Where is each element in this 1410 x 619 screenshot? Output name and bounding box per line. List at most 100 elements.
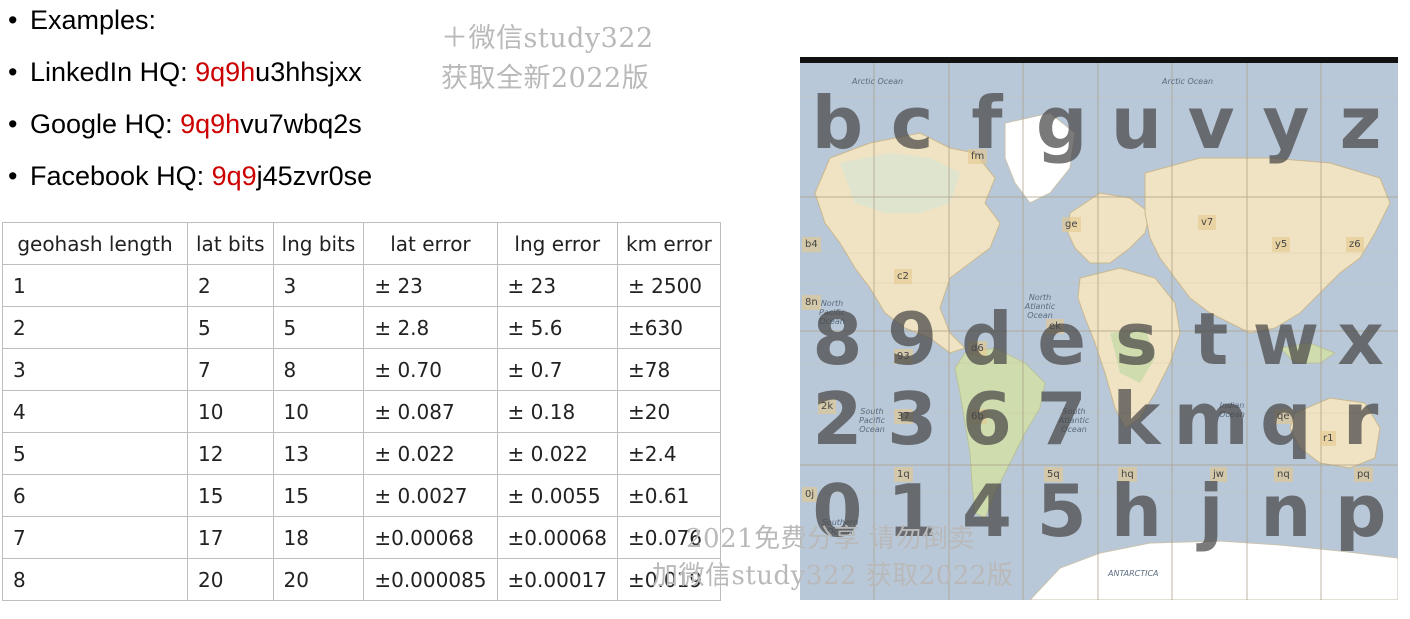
- geohash-cell-letter: 2: [812, 377, 863, 461]
- geohash-cell-letter: k: [1112, 377, 1161, 461]
- table-cell: ±0.61: [617, 474, 721, 517]
- table-cell: 5: [2, 432, 188, 475]
- table-cell: ±630: [617, 306, 721, 349]
- table-cell: ±20: [617, 390, 721, 433]
- tile-label: c2: [894, 269, 912, 284]
- list-item: • Google HQ: 9q9hvu7wbq2s: [8, 104, 362, 144]
- column-header: lng error: [496, 222, 619, 265]
- bullet-dot: •: [8, 5, 18, 35]
- table-cell: 4: [2, 390, 188, 433]
- table-header-row: geohash length lat bits lng bits lat err…: [2, 222, 721, 265]
- table-cell: ± 0.18: [496, 390, 619, 433]
- table-cell: 7: [187, 348, 274, 391]
- tile-label: y5: [1272, 237, 1291, 252]
- geohash-rest: u3hhsjxx: [255, 57, 362, 87]
- table-cell: ±2.4: [617, 432, 721, 475]
- tile-label: r1: [1320, 431, 1337, 446]
- geohash-rest: j45zvr0se: [256, 161, 373, 191]
- table-cell: ±0.00017: [496, 558, 619, 601]
- column-header: km error: [617, 222, 721, 265]
- geohash-cell-letter: e: [1037, 297, 1087, 381]
- table-row: 3 7 8 ± 0.70 ± 0.7 ±78: [2, 348, 721, 391]
- table-cell: ± 23: [363, 264, 498, 307]
- geohash-cell-letter: z: [1339, 81, 1382, 165]
- bullet-prefix: Google HQ:: [30, 109, 181, 139]
- table-cell: 20: [272, 558, 365, 601]
- table-cell: ± 0.022: [496, 432, 619, 475]
- table-cell: 5: [187, 306, 274, 349]
- table-cell: ± 0.022: [363, 432, 498, 475]
- column-header: lng bits: [272, 222, 365, 265]
- geohash-cell-letter: r: [1342, 377, 1379, 461]
- geohash-cell-letter: f: [971, 81, 1003, 165]
- table-cell: ± 5.6: [496, 306, 619, 349]
- table-cell: 2: [2, 306, 188, 349]
- watermark-top-line2: 获取全新2022版: [441, 63, 650, 94]
- geohash-cell-letter: 3: [887, 377, 938, 461]
- table-cell: 10: [187, 390, 274, 433]
- geohash-cell-letter: m: [1173, 377, 1249, 461]
- table-row: 2 5 5 ± 2.8 ± 5.6 ±630: [2, 306, 721, 349]
- table-cell: 15: [272, 474, 365, 517]
- geohash-cell-letter: w: [1252, 297, 1320, 381]
- table-cell: 8: [2, 558, 188, 601]
- table-cell: ± 23: [496, 264, 619, 307]
- geohash-prefix-highlight: 9q9h: [195, 57, 256, 87]
- table-cell: ± 0.087: [363, 390, 498, 433]
- geohash-cell-letter: s: [1114, 297, 1158, 381]
- list-item: • LinkedIn HQ: 9q9hu3hhsjxx: [8, 52, 362, 92]
- tile-label: b4: [802, 237, 821, 252]
- table-row: 8 20 20 ±0.000085 ±0.00017 ±0.019: [2, 558, 721, 601]
- geohash-cell-letter: n: [1260, 469, 1312, 553]
- table-cell: 20: [187, 558, 274, 601]
- table-row: 1 2 3 ± 23 ± 23 ± 2500: [2, 264, 721, 307]
- table-cell: 3: [2, 348, 188, 391]
- table-cell: 13: [272, 432, 365, 475]
- table-cell: 5: [272, 306, 365, 349]
- tile-label: z6: [1346, 237, 1364, 252]
- geohash-cell-letter: 9: [887, 297, 938, 381]
- table-cell: 7: [2, 516, 188, 559]
- geohash-cell-letter: x: [1337, 297, 1384, 381]
- table-cell: ± 2.8: [363, 306, 498, 349]
- bullet-dot: •: [8, 161, 18, 191]
- table-cell: 8: [272, 348, 365, 391]
- bullet-dot: •: [8, 57, 18, 87]
- table-cell: 3: [272, 264, 365, 307]
- bullet-dot: •: [8, 109, 18, 139]
- geohash-cell-letter: g: [1035, 81, 1088, 165]
- watermark-bottom-line1: 2021免费分享 请勿倒卖: [686, 524, 975, 554]
- table-cell: 1: [2, 264, 188, 307]
- table-cell: ±0.00068: [496, 516, 619, 559]
- tile-label: v7: [1198, 215, 1217, 230]
- bullet-prefix: LinkedIn HQ:: [30, 57, 196, 87]
- geohash-cell-letter: c: [890, 81, 934, 165]
- table-cell: 10: [272, 390, 365, 433]
- geohash-cell-letter: u: [1110, 81, 1163, 165]
- table-cell: 2: [187, 264, 274, 307]
- geohash-cell-letter: d: [961, 297, 1013, 381]
- watermark-top-line1: ＋微信study322: [441, 23, 654, 54]
- geohash-rest: vu7wbq2s: [240, 109, 362, 139]
- list-item: • Facebook HQ: 9q9j45zvr0se: [8, 156, 372, 196]
- ocean-label: ANTARCTICA: [1108, 569, 1159, 578]
- table-cell: ± 0.70: [363, 348, 498, 391]
- geohash-cell-letter: p: [1334, 469, 1387, 553]
- table-row: 5 12 13 ± 0.022 ± 0.022 ±2.4: [2, 432, 721, 475]
- tile-label: ge: [1062, 217, 1081, 232]
- table-cell: ± 2500: [617, 264, 721, 307]
- geohash-cell-letter: 6: [961, 377, 1012, 461]
- column-header: geohash length: [2, 222, 188, 265]
- bullet-prefix: Facebook HQ:: [30, 161, 212, 191]
- table-row: 7 17 18 ±0.00068 ±0.00068 ±0.076: [2, 516, 721, 559]
- geohash-cell-letter: v: [1187, 81, 1235, 165]
- geohash-cell-letter: b: [811, 81, 864, 165]
- table-cell: ±0.000085: [363, 558, 498, 601]
- table-cell: ± 0.0055: [496, 474, 619, 517]
- table-row: 4 10 10 ± 0.087 ± 0.18 ±20: [2, 390, 721, 433]
- geohash-cell-letter: 5: [1036, 469, 1087, 553]
- geohash-cell-letter: 8: [812, 297, 863, 381]
- table-cell: ± 0.7: [496, 348, 619, 391]
- list-item: • Examples:: [8, 0, 156, 40]
- table-cell: 18: [272, 516, 365, 559]
